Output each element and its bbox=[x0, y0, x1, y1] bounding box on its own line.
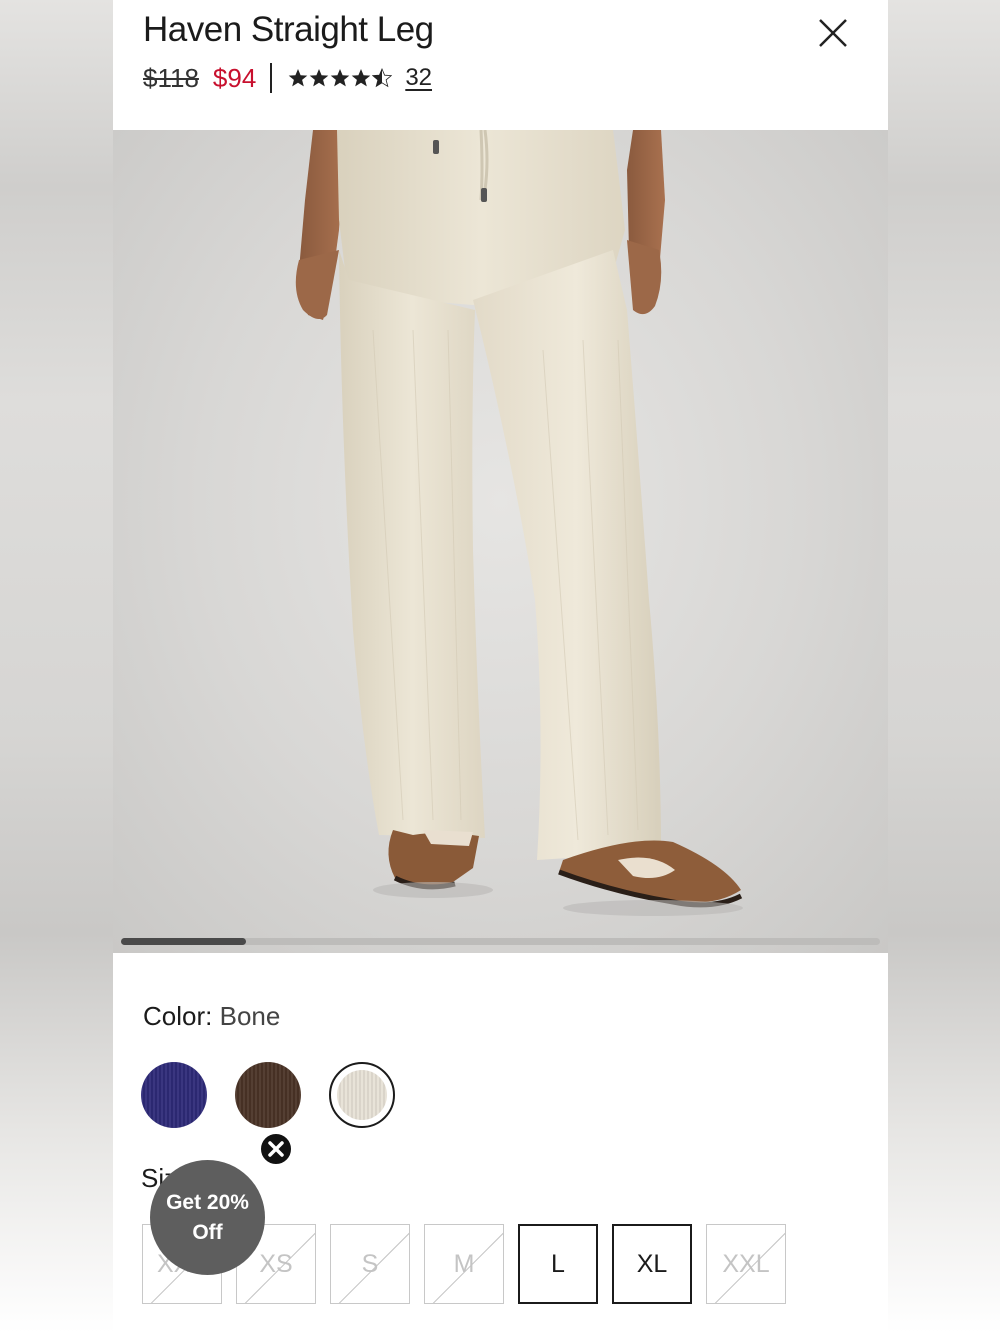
close-icon[interactable] bbox=[813, 14, 853, 54]
size-option-label: XL bbox=[636, 1249, 668, 1278]
gallery-scrollbar[interactable] bbox=[121, 938, 880, 945]
review-count-link[interactable]: 32 bbox=[405, 64, 432, 92]
product-title: Haven Straight Leg bbox=[143, 10, 434, 49]
size-option-s[interactable]: S bbox=[330, 1224, 410, 1304]
gallery-scrollbar-thumb[interactable] bbox=[121, 938, 247, 945]
sale-price: $94 bbox=[212, 62, 257, 93]
color-label-text: Color bbox=[143, 1001, 206, 1031]
original-price: $118 bbox=[143, 62, 199, 93]
product-header: Haven Straight Leg $118 $94 32 bbox=[113, 0, 888, 130]
color-swatch-brown[interactable] bbox=[235, 1062, 301, 1128]
product-photo bbox=[295, 130, 743, 916]
star-icon bbox=[289, 69, 308, 87]
color-swatches bbox=[141, 1062, 423, 1128]
price-row: $118 $94 32 bbox=[143, 60, 432, 96]
promo-badge[interactable]: Get 20% Off bbox=[150, 1160, 265, 1275]
promo-line-1: Get 20% bbox=[166, 1190, 249, 1214]
size-option-m[interactable]: M bbox=[424, 1224, 504, 1304]
color-swatch-bone[interactable] bbox=[329, 1062, 395, 1128]
rating-stars[interactable] bbox=[288, 68, 393, 88]
star-icon bbox=[331, 69, 350, 87]
promo-line-2: Off bbox=[192, 1220, 223, 1244]
color-label: Color: Bone bbox=[143, 1001, 280, 1032]
close-icon[interactable] bbox=[259, 1132, 293, 1166]
size-option-l[interactable]: L bbox=[518, 1224, 598, 1304]
size-option-xxl[interactable]: XXL bbox=[706, 1224, 786, 1304]
color-label-separator: : bbox=[205, 1001, 213, 1031]
size-option-xl[interactable]: XL bbox=[612, 1224, 692, 1304]
swatch-fill bbox=[235, 1062, 301, 1128]
size-option-label: L bbox=[551, 1249, 565, 1278]
selected-color-value: Bone bbox=[219, 1001, 281, 1031]
price-divider bbox=[270, 63, 273, 93]
star-icon bbox=[310, 69, 329, 87]
star-icon bbox=[352, 69, 371, 87]
product-quickview-sheet: Haven Straight Leg $118 $94 32 Color: Bo… bbox=[113, 0, 888, 1333]
star-icon bbox=[372, 68, 393, 88]
color-swatch-navy[interactable] bbox=[141, 1062, 207, 1128]
swatch-fill bbox=[141, 1062, 207, 1128]
swatch-fill bbox=[337, 1070, 387, 1120]
size-option-label: XS bbox=[259, 1249, 293, 1278]
product-image-carousel[interactable] bbox=[113, 130, 888, 953]
